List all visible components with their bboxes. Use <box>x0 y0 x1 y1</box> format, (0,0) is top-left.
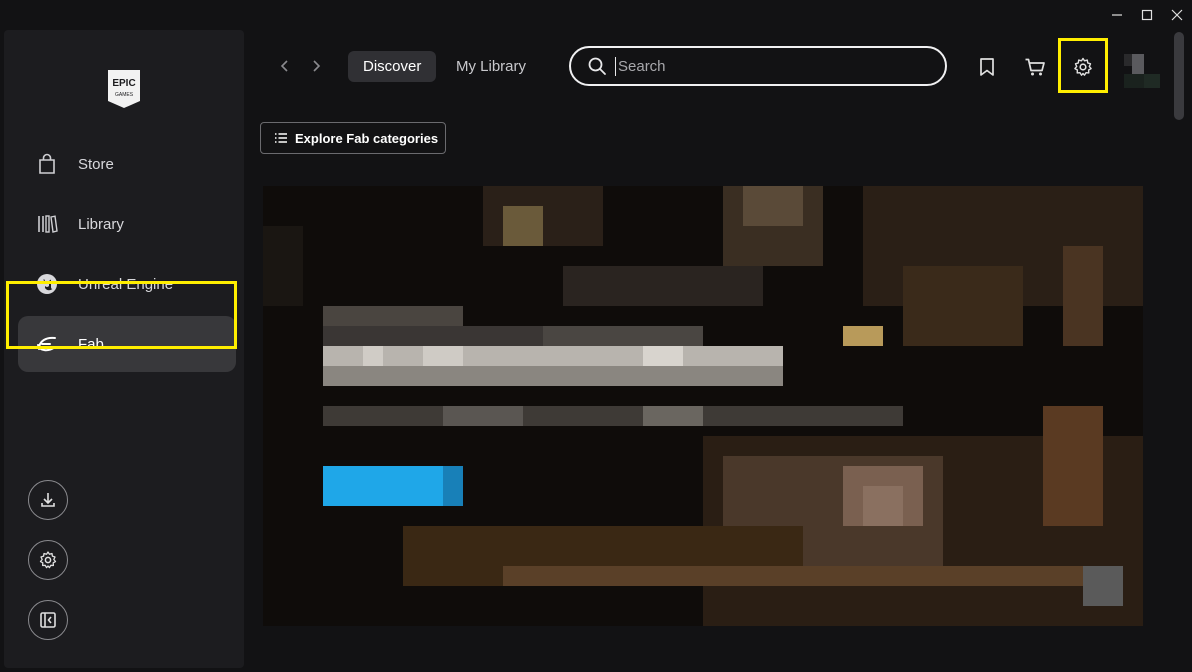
chevron-left-icon <box>280 60 288 72</box>
sidebar-item-label: Unreal Engine <box>78 275 174 293</box>
hero-banner-image <box>263 186 1143 626</box>
hero-cta-button[interactable] <box>323 466 463 506</box>
sidebar-item-library[interactable]: Library <box>18 196 236 252</box>
window-controls <box>1102 0 1192 30</box>
avatar[interactable] <box>1124 46 1160 88</box>
forward-button[interactable] <box>304 54 328 78</box>
settings-button[interactable] <box>28 540 68 580</box>
svg-text:EPIC: EPIC <box>112 78 135 89</box>
sidebar-item-label: Fab <box>78 335 104 353</box>
list-icon <box>275 133 287 143</box>
scrollbar[interactable] <box>1171 30 1189 670</box>
collapse-sidebar-icon <box>40 612 56 628</box>
tab-my-library[interactable]: My Library <box>441 51 541 82</box>
maximize-icon[interactable] <box>1132 0 1162 30</box>
gear-icon <box>1074 57 1092 76</box>
sidebar: EPIC GAMES Store Library Unreal Engine F… <box>4 30 244 668</box>
unreal-engine-icon <box>36 273 58 295</box>
tab-discover[interactable]: Discover <box>348 51 437 82</box>
sidebar-item-unreal-engine[interactable]: Unreal Engine <box>18 256 236 312</box>
sidebar-item-label: Library <box>78 215 124 233</box>
sidebar-item-store[interactable]: Store <box>18 136 236 192</box>
sidebar-item-fab[interactable]: Fab <box>18 316 236 372</box>
hero-banner[interactable] <box>263 186 1143 626</box>
wishlist-button[interactable] <box>972 52 1002 82</box>
close-icon[interactable] <box>1162 0 1192 30</box>
search-bar[interactable] <box>569 46 947 86</box>
library-icon <box>36 213 58 235</box>
collapse-sidebar-button[interactable] <box>28 600 68 640</box>
minimize-icon[interactable] <box>1102 0 1132 30</box>
gear-icon <box>39 551 57 569</box>
chevron-right-icon <box>313 60 321 72</box>
explore-categories-button[interactable]: Explore Fab categories <box>260 122 446 154</box>
search-input[interactable] <box>615 56 915 76</box>
cart-button[interactable] <box>1020 52 1050 82</box>
search-icon <box>588 57 606 75</box>
explore-categories-label: Explore Fab categories <box>295 130 439 146</box>
bookmark-icon <box>980 58 994 76</box>
cart-icon <box>1025 58 1045 76</box>
settings-top-button[interactable] <box>1068 52 1098 82</box>
fab-icon <box>36 333 58 355</box>
epic-games-logo[interactable]: EPIC GAMES <box>107 69 141 109</box>
sidebar-item-label: Store <box>78 155 114 173</box>
download-icon <box>41 493 55 507</box>
scrollbar-thumb[interactable] <box>1174 32 1184 120</box>
downloads-button[interactable] <box>28 480 68 520</box>
svg-text:GAMES: GAMES <box>115 92 134 98</box>
store-bag-icon <box>36 153 58 175</box>
back-button[interactable] <box>273 54 297 78</box>
